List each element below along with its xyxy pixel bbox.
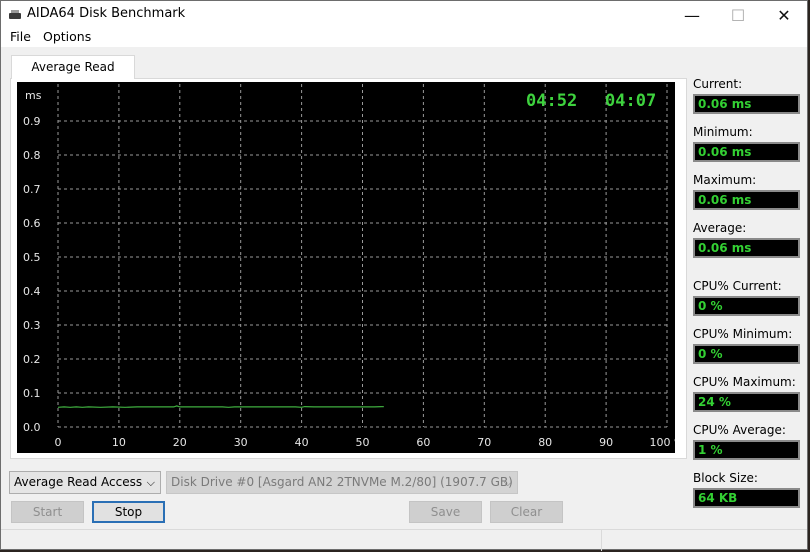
chevron-down-icon: ⌵ [146, 476, 155, 489]
y-axis-unit-label: ms [25, 89, 42, 102]
y-tick-label: 0.7 [23, 183, 41, 196]
current-value: 0.06 ms [693, 94, 800, 114]
block-size-value: 64 KB [693, 488, 800, 508]
cpu-minimum-value: 0 % [693, 344, 800, 364]
aida64-disk-benchmark-window: AIDA64 Disk Benchmark — ☐ ✕ File Options… [0, 0, 808, 551]
cpu-average-value: 1 % [693, 440, 800, 460]
remaining-time: 04:07 [605, 91, 657, 111]
cpu-maximum-value: 24 % [693, 392, 800, 412]
x-tick-label: 20 [173, 436, 187, 449]
x-tick-label: 100 % [650, 436, 675, 449]
y-tick-label: 0.3 [23, 319, 41, 332]
tab-average-read-access[interactable]: Average Read Access [11, 55, 135, 96]
x-tick-label: 90 [599, 436, 613, 449]
status-separator [601, 530, 602, 551]
y-tick-label: 0.4 [23, 285, 41, 298]
save-button[interactable]: Save [409, 501, 482, 523]
average-value: 0.06 ms [693, 238, 800, 258]
clear-button[interactable]: Clear [490, 501, 563, 523]
y-tick-label: 0.0 [23, 421, 41, 434]
cpu-current-label: CPU% Current: [693, 279, 782, 293]
menu-options[interactable]: Options [43, 29, 91, 44]
y-tick-label: 0.2 [23, 353, 41, 366]
chevron-down-icon: ⌵ [503, 476, 512, 489]
x-tick-label: 70 [477, 436, 491, 449]
x-tick-label: 60 [416, 436, 430, 449]
x-tick-label: 0 [55, 436, 62, 449]
block-size-label: Block Size: [693, 471, 758, 485]
x-tick-label: 10 [112, 436, 126, 449]
maximize-button[interactable]: ☐ [715, 1, 761, 29]
current-label: Current: [693, 77, 743, 91]
close-button[interactable]: ✕ [761, 1, 807, 29]
drive-select[interactable]: Disk Drive #0 [Asgard AN2 2TNVMe M.2/80]… [166, 471, 518, 494]
series-line-0 [57, 405, 384, 408]
y-tick-label: 0.8 [23, 149, 41, 162]
menu-bar: File Options [1, 29, 807, 47]
minimum-label: Minimum: [693, 125, 753, 139]
benchmark-chart: 0.0 0.1 0.2 0.3 0.4 0.5 0.6 0.7 0.8 0.9 0 10 20 30 40 5… [17, 82, 675, 453]
maximum-value: 0.06 ms [693, 190, 800, 210]
test-type-select[interactable]: Average Read Access ⌵ [9, 471, 161, 494]
elapsed-time: 04:52 [526, 91, 578, 111]
title-bar[interactable]: AIDA64 Disk Benchmark — ☐ ✕ [1, 1, 807, 29]
x-tick-label: 80 [538, 436, 552, 449]
minimize-button[interactable]: — [669, 1, 715, 29]
drive-value: Disk Drive #0 [Asgard AN2 2TNVMe M.2/80]… [171, 475, 513, 489]
cpu-maximum-label: CPU% Maximum: [693, 375, 796, 389]
maximum-label: Maximum: [693, 173, 757, 187]
stop-button[interactable]: Stop [92, 501, 165, 523]
test-type-value: Average Read Access [14, 475, 143, 489]
cpu-current-value: 0 % [693, 296, 800, 316]
x-tick-label: 30 [234, 436, 248, 449]
chart-svg: 0.0 0.1 0.2 0.3 0.4 0.5 0.6 0.7 0.8 0.9 0 10 20 30 40 5… [23, 84, 675, 449]
status-bar [1, 529, 807, 551]
cpu-minimum-label: CPU% Minimum: [693, 327, 793, 341]
window-title: AIDA64 Disk Benchmark [27, 6, 186, 21]
y-tick-label: 0.1 [23, 387, 41, 400]
y-tick-label: 0.6 [23, 217, 41, 230]
disk-drive-icon [9, 10, 21, 19]
cpu-average-label: CPU% Average: [693, 423, 786, 437]
x-tick-label: 40 [295, 436, 309, 449]
start-button[interactable]: Start [11, 501, 84, 523]
y-tick-label: 0.9 [23, 115, 41, 128]
minimum-value: 0.06 ms [693, 142, 800, 162]
average-label: Average: [693, 221, 747, 235]
y-tick-label: 0.5 [23, 251, 41, 264]
x-tick-label: 50 [356, 436, 370, 449]
menu-file[interactable]: File [10, 29, 31, 44]
